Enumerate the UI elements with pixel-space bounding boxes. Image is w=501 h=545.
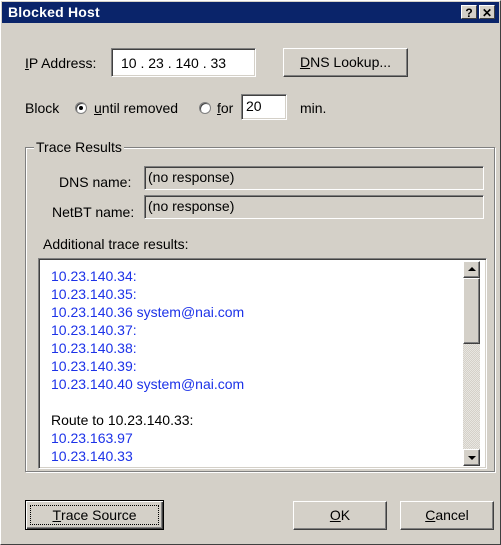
trace-line: 10.23.140.33	[51, 448, 133, 464]
ip-address-field[interactable]: 10 . 23 . 140 . 33	[111, 48, 256, 77]
up-arrow-icon	[468, 267, 476, 271]
minutes-unit-label: min.	[300, 100, 327, 116]
cancel-label: Cancel	[425, 507, 469, 523]
trace-source-button[interactable]: Trace Source	[25, 500, 164, 530]
trace-source-label: Trace Source	[52, 507, 137, 523]
dns-name-label: DNS name:	[59, 174, 132, 190]
dns-lookup-button[interactable]: DNS Lookup...	[283, 48, 408, 77]
close-button[interactable]: ✕	[479, 5, 495, 20]
trace-line: 10.23.140.37:	[51, 322, 137, 338]
ok-label: OK	[329, 507, 351, 523]
help-button[interactable]: ?	[461, 5, 477, 20]
ip-address-value: 10 . 23 . 140 . 33	[121, 55, 227, 71]
trace-line: 10.23.140.34:	[51, 268, 137, 284]
down-arrow-icon	[468, 456, 476, 460]
block-label: Block	[25, 100, 60, 116]
trace-line: 10.23.140.36 system@nai.com	[51, 304, 245, 320]
dns-lookup-label: DNS Lookup...	[299, 54, 392, 70]
trace-line	[51, 393, 461, 411]
title-bar[interactable]: Blocked Host ? ✕	[2, 2, 499, 23]
minutes-field[interactable]: 20	[241, 94, 287, 120]
for-radio[interactable]	[199, 102, 211, 114]
dns-name-value: (no response)	[148, 169, 235, 185]
trace-line: 10.23.140.39:	[51, 358, 137, 374]
netbt-name-value: (no response)	[148, 198, 235, 214]
window-title: Blocked Host	[8, 4, 100, 20]
scroll-thumb[interactable]	[463, 278, 480, 344]
trace-lines-container: 10.23.140.34: 10.23.140.35: 10.23.140.36 s…	[51, 267, 461, 465]
trace-results-title: Trace Results	[34, 139, 124, 155]
trace-line: 10.23.140.40 system@nai.com	[51, 376, 245, 392]
minutes-value: 20	[246, 98, 262, 114]
trace-results-list[interactable]: 10.23.140.34: 10.23.140.35: 10.23.140.36 s…	[38, 258, 487, 469]
netbt-name-field: (no response)	[144, 195, 484, 219]
trace-line: 10.23.140.38:	[51, 340, 137, 356]
scroll-down-button[interactable]	[463, 449, 480, 466]
until-removed-label[interactable]: until removed	[94, 100, 178, 116]
netbt-name-label: NetBT name:	[52, 204, 135, 220]
trace-line: Route to 10.23.140.33:	[51, 412, 194, 428]
dns-name-field: (no response)	[144, 166, 484, 190]
vertical-scrollbar[interactable]	[463, 261, 480, 466]
for-label[interactable]: for	[217, 100, 233, 116]
additional-trace-label: Additional trace results:	[43, 236, 189, 252]
cancel-button[interactable]: Cancel	[400, 501, 494, 530]
scroll-up-button[interactable]	[463, 261, 480, 278]
until-removed-radio[interactable]	[75, 102, 87, 114]
ok-button[interactable]: OK	[293, 501, 387, 530]
ip-address-label: IP Address:	[25, 55, 97, 71]
trace-line: 10.23.163.97	[51, 430, 133, 446]
trace-line: 10.23.140.35:	[51, 286, 137, 302]
